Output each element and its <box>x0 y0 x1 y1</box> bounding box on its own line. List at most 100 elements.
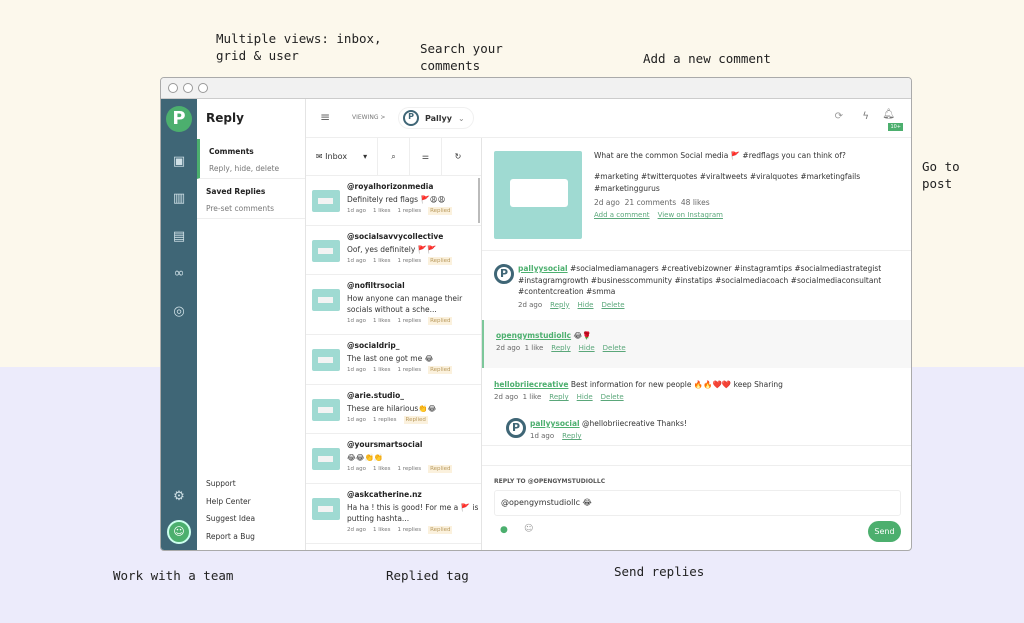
reply-composer: REPLY TO @OPENGYMSTUDIOLLC @opengymstudi… <box>482 465 911 550</box>
comment-list-item[interactable]: @yoursmartsocial 😂😂👏👏 1d ago 1 likes 1 repli… <box>306 434 481 484</box>
comment-list-item[interactable]: @nofiltrsocial How anyone can manage thei… <box>306 275 481 335</box>
reply-link[interactable]: Reply <box>562 432 581 440</box>
post-image[interactable] <box>494 151 582 239</box>
app-window: P ▣ ▥ ▤ ∞ ◎ ⚙ ☺ Reply Comments Reply, hid… <box>160 77 912 551</box>
annotation-goto: Go to post <box>922 159 960 191</box>
comment-list-item[interactable]: @royalhorizonmedia Definitely red flags 🚩… <box>306 176 481 226</box>
lightning-icon[interactable]: ϟ <box>862 111 869 122</box>
analytics-icon[interactable]: ▥ <box>171 191 187 207</box>
post-comments-count: 21 comments <box>624 198 677 207</box>
window-minimize[interactable] <box>183 83 193 93</box>
thread-comment: hellobriiecreative Best information for … <box>482 368 911 414</box>
link-icon[interactable]: ∞ <box>171 266 187 282</box>
delete-link[interactable]: Delete <box>601 393 624 401</box>
refresh-icon[interactable]: ⟳ <box>835 111 843 122</box>
replied-tag: Replied <box>428 366 453 374</box>
account-name: Pallyy <box>425 113 452 123</box>
post-detail: What are the common Social media 🚩 #redf… <box>482 138 911 550</box>
replied-tag: Replied <box>403 415 428 424</box>
comment-list-item[interactable]: @socialdrip_ The last one got me 😂 1d ago 1… <box>306 335 481 385</box>
calendar-icon[interactable]: ▣ <box>171 154 187 170</box>
scrollbar[interactable] <box>478 178 480 223</box>
post-thumbnail <box>312 497 340 520</box>
emoji-icon[interactable]: ☺ <box>524 524 533 534</box>
team-icon[interactable]: ☺ <box>167 520 191 544</box>
refresh-button[interactable]: ↻ <box>442 138 474 175</box>
comment-username: @arie.studio_ <box>347 390 404 400</box>
comment-user[interactable]: pallyysocial <box>518 264 568 273</box>
post-caption: What are the common Social media 🚩 #redf… <box>594 151 846 160</box>
annotation-replied: Replied tag <box>386 568 469 583</box>
top-bar: ≡ VIEWING > P Pallyy ⌄ ⟳ ϟ 🔔︎ 10+ <box>306 99 911 138</box>
thread-comment: P pallyysocial #socialmediamanagers #cre… <box>482 250 911 320</box>
window-close[interactable] <box>168 83 178 93</box>
comment-meta: 1d ago 1 likes 1 replies Replied <box>347 465 453 473</box>
comment-user[interactable]: hellobriiecreative <box>494 380 568 389</box>
thread-reply: P pallyysocial @hellobriiecreative Thank… <box>482 410 911 446</box>
support-link[interactable]: Support <box>206 475 255 493</box>
inbox-label: Inbox <box>325 152 348 161</box>
comment-user[interactable]: opengymstudiollc <box>496 331 571 340</box>
comment-username: @hellobriiecreative <box>347 550 481 551</box>
reply-link[interactable]: Reply <box>551 344 570 352</box>
window-maximize[interactable] <box>198 83 208 93</box>
nav-saved-replies[interactable]: Saved Replies Pre-set comments <box>197 179 305 219</box>
comment-meta: 1d ago 1 likes 1 replies Replied <box>347 256 453 265</box>
replied-tag: Replied <box>428 465 453 473</box>
comment-text: Best information for new people 🔥🔥❤️❤️ k… <box>570 380 783 389</box>
delete-link[interactable]: Delete <box>603 344 626 352</box>
send-button[interactable]: Send <box>868 521 901 542</box>
suggest-idea-link[interactable]: Suggest Idea <box>206 510 255 528</box>
comment-username: @askcatherine.nz <box>347 489 422 499</box>
comment-list-item[interactable]: @arie.studio_ These are hilarious👏😂 1d ago… <box>306 385 481 434</box>
bell-icon[interactable]: 🔔︎ <box>882 109 895 120</box>
avatar: P <box>506 418 526 438</box>
account-selector[interactable]: P Pallyy ⌄ <box>398 107 474 129</box>
comment-meta: 1d ago 1 likes 1 replies Replied <box>347 207 453 215</box>
settings-icon[interactable]: ⚙ <box>171 489 187 505</box>
account-avatar: P <box>403 110 419 126</box>
hide-link[interactable]: Hide <box>577 393 593 401</box>
compass-icon[interactable]: ◎ <box>171 304 187 320</box>
chevron-down-icon: ⌄ <box>457 113 465 123</box>
add-comment-link[interactable]: Add a comment <box>594 211 650 219</box>
comment-list: ✉ Inbox ▾ ⌕ ⚌ ↻ @royalhorizonmedia Definit… <box>306 138 482 550</box>
menu-icon[interactable]: ≡ <box>320 110 330 124</box>
hide-link[interactable]: Hide <box>578 301 594 309</box>
view-on-instagram-link[interactable]: View on Instagram <box>658 211 723 219</box>
comment-text: Definitely red flags 🚩😩😩 <box>347 195 446 204</box>
post-likes-count: 48 likes <box>680 198 710 207</box>
reply-to-label: REPLY TO @OPENGYMSTUDIOLLC <box>494 478 606 485</box>
comment-time: 1d ago <box>530 432 555 440</box>
nav-saved-desc: Pre-set comments <box>206 204 275 213</box>
comment-list-item[interactable]: @askcatherine.nz Ha ha ! this is good! Fo… <box>306 484 481 544</box>
comment-username: @socialsavvycollective <box>347 231 444 241</box>
hide-link[interactable]: Hide <box>579 344 595 352</box>
nav-comments[interactable]: Comments Reply, hide, delete <box>197 139 305 179</box>
thread-comment-selected[interactable]: opengymstudiollc 😂🌹 2d ago 1 like Reply Hi… <box>482 320 911 368</box>
comment-user[interactable]: pallyysocial <box>530 419 580 428</box>
annotation-team: Work with a team <box>113 568 234 583</box>
help-center-link[interactable]: Help Center <box>206 493 255 511</box>
comment-username: @yoursmartsocial <box>347 440 423 449</box>
nav-comments-title: Comments <box>209 147 254 156</box>
reply-input[interactable]: @opengymstudiollc 😂 <box>494 490 901 516</box>
nav-saved-title: Saved Replies <box>206 187 266 196</box>
secondary-nav: Reply Comments Reply, hide, delete Saved … <box>197 99 306 550</box>
comments-icon[interactable]: ▤ <box>171 229 187 245</box>
comment-list-item[interactable]: @hellobriiecreative <box>306 544 481 551</box>
comment-text: Ha ha ! this is good! For me a 🚩 is putt… <box>347 502 479 523</box>
comment-list-item[interactable]: @socialsavvycollective Oof, yes definitel… <box>306 226 481 275</box>
comment-text: 😂😂👏👏 <box>347 453 384 462</box>
reply-link[interactable]: Reply <box>549 393 568 401</box>
saved-replies-icon[interactable]: ● <box>500 525 508 535</box>
comment-username: @socialdrip_ <box>347 341 400 350</box>
comment-likes: 1 like <box>524 344 544 352</box>
search-button[interactable]: ⌕ <box>378 138 410 175</box>
report-bug-link[interactable]: Report a Bug <box>206 528 255 546</box>
delete-link[interactable]: Delete <box>602 301 625 309</box>
logo[interactable]: P <box>166 106 192 132</box>
filter-button[interactable]: ⚌ <box>410 138 442 175</box>
reply-link[interactable]: Reply <box>550 301 569 309</box>
inbox-view-dropdown[interactable]: ✉ Inbox ▾ <box>306 138 378 175</box>
